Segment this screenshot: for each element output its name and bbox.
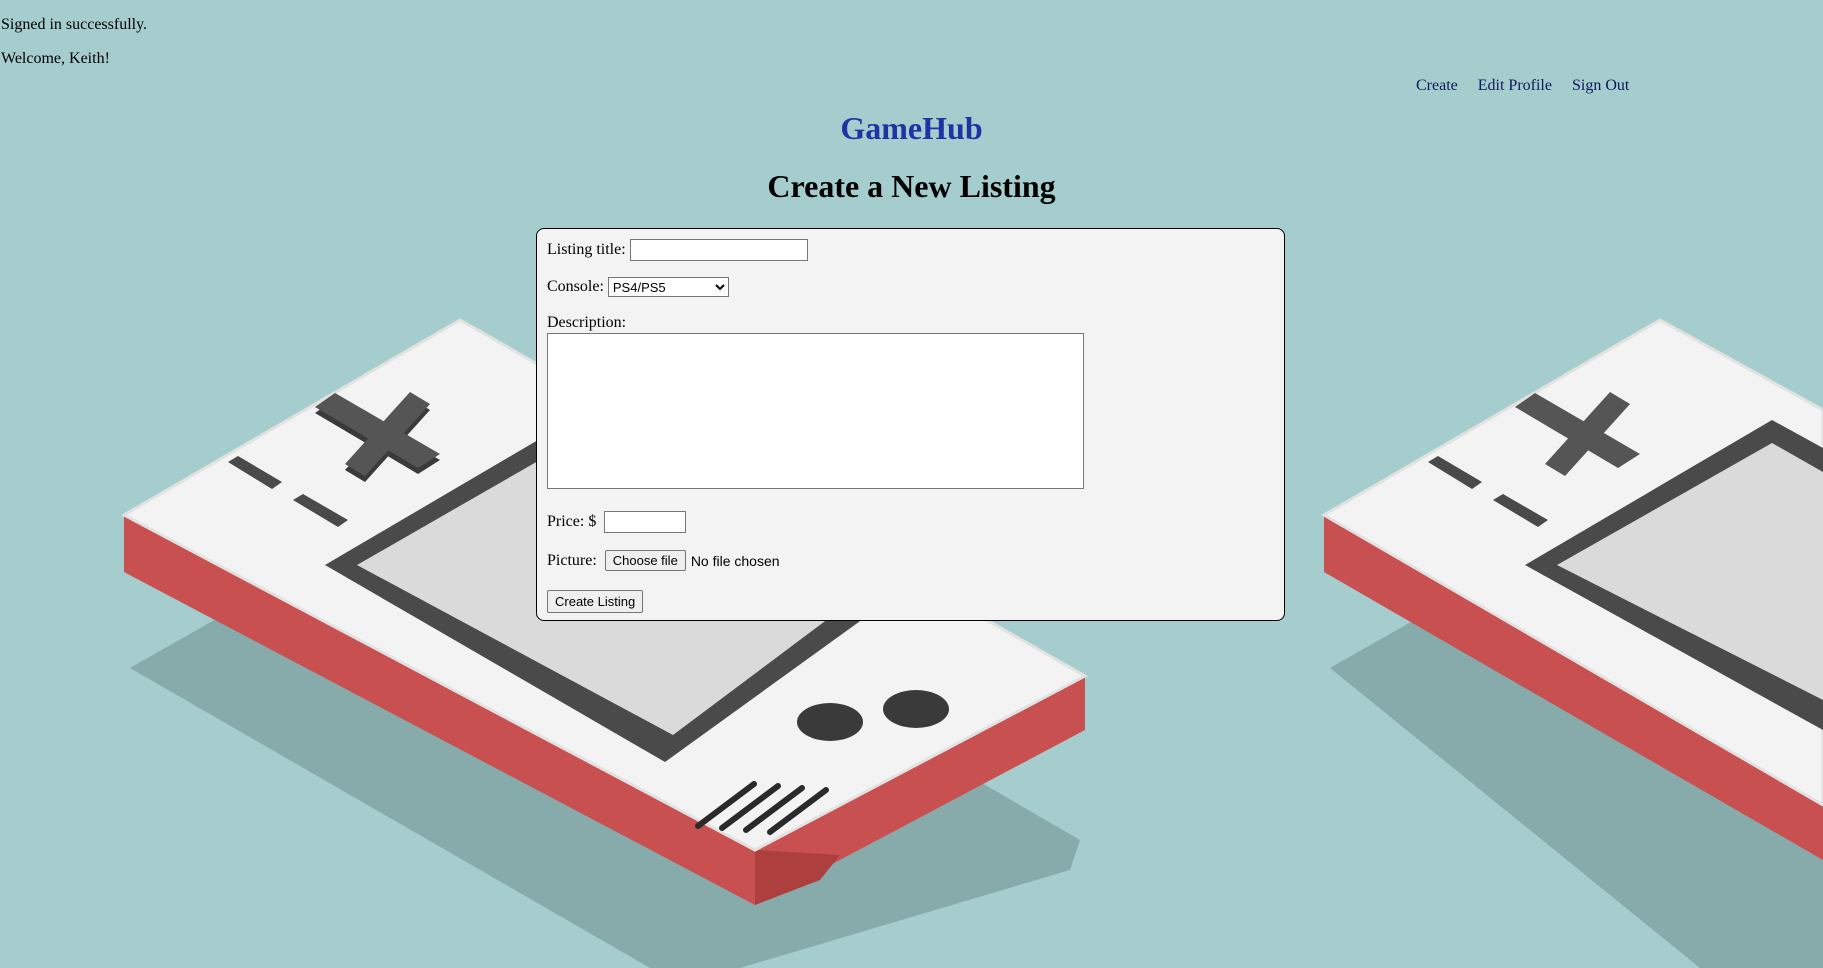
nav-edit-profile-link[interactable]: Edit Profile [1478, 77, 1552, 95]
brand-title[interactable]: GameHub [0, 110, 1823, 147]
choose-file-button[interactable]: Choose file [604, 550, 686, 571]
description-row: Description: [547, 314, 630, 332]
welcome-message: Welcome, Keith! [1, 50, 110, 67]
console-right [1321, 318, 1823, 968]
price-label: Price: $ [547, 513, 597, 530]
price-input[interactable] [604, 511, 687, 533]
console-row: Console: PS4/PS5 [547, 277, 729, 297]
listing-title-input[interactable] [629, 239, 808, 261]
price-row: Price: $ [547, 511, 687, 533]
description-textarea[interactable] [547, 333, 1084, 489]
top-nav: Create Edit Profile Sign Out [1416, 77, 1629, 95]
console-label: Console: [547, 278, 604, 295]
file-status-text: No file chosen [690, 552, 780, 569]
create-listing-form: Listing title: Console: PS4/PS5 Descript… [536, 228, 1285, 621]
flash-notice: Signed in successfully. [1, 16, 148, 33]
description-label: Description: [547, 314, 627, 331]
create-listing-button[interactable]: Create Listing [547, 590, 644, 613]
nav-sign-out-link[interactable]: Sign Out [1572, 77, 1629, 95]
picture-label: Picture: [547, 551, 597, 569]
listing-title-row: Listing title: [547, 239, 808, 261]
listing-title-label: Listing title: [547, 241, 626, 258]
console-select[interactable]: PS4/PS5 [607, 277, 729, 297]
page-title: Create a New Listing [767, 168, 1056, 204]
picture-row: Picture: Choose file No file chosen [547, 550, 780, 571]
nav-create-link[interactable]: Create [1416, 77, 1458, 95]
